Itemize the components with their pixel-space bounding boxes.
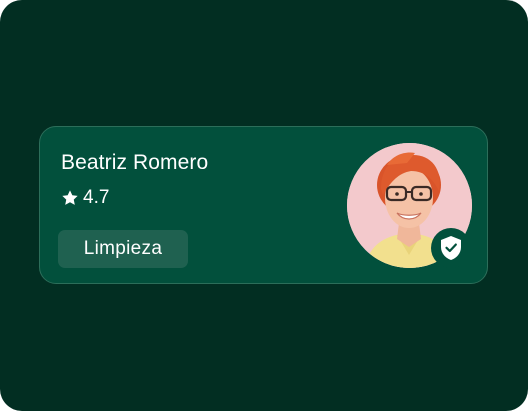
provider-name: Beatriz Romero <box>61 151 209 174</box>
category-tag: Limpieza <box>58 230 188 268</box>
rating: 4.7 <box>61 187 109 209</box>
verified-badge <box>431 228 471 268</box>
app-background: Beatriz Romero 4.7 Limpieza <box>0 0 528 411</box>
rating-value: 4.7 <box>83 187 110 208</box>
shield-check-icon <box>441 236 461 260</box>
category-label: Limpieza <box>83 238 163 259</box>
provider-card[interactable]: Beatriz Romero 4.7 Limpieza <box>39 126 488 284</box>
star-icon <box>62 190 78 205</box>
